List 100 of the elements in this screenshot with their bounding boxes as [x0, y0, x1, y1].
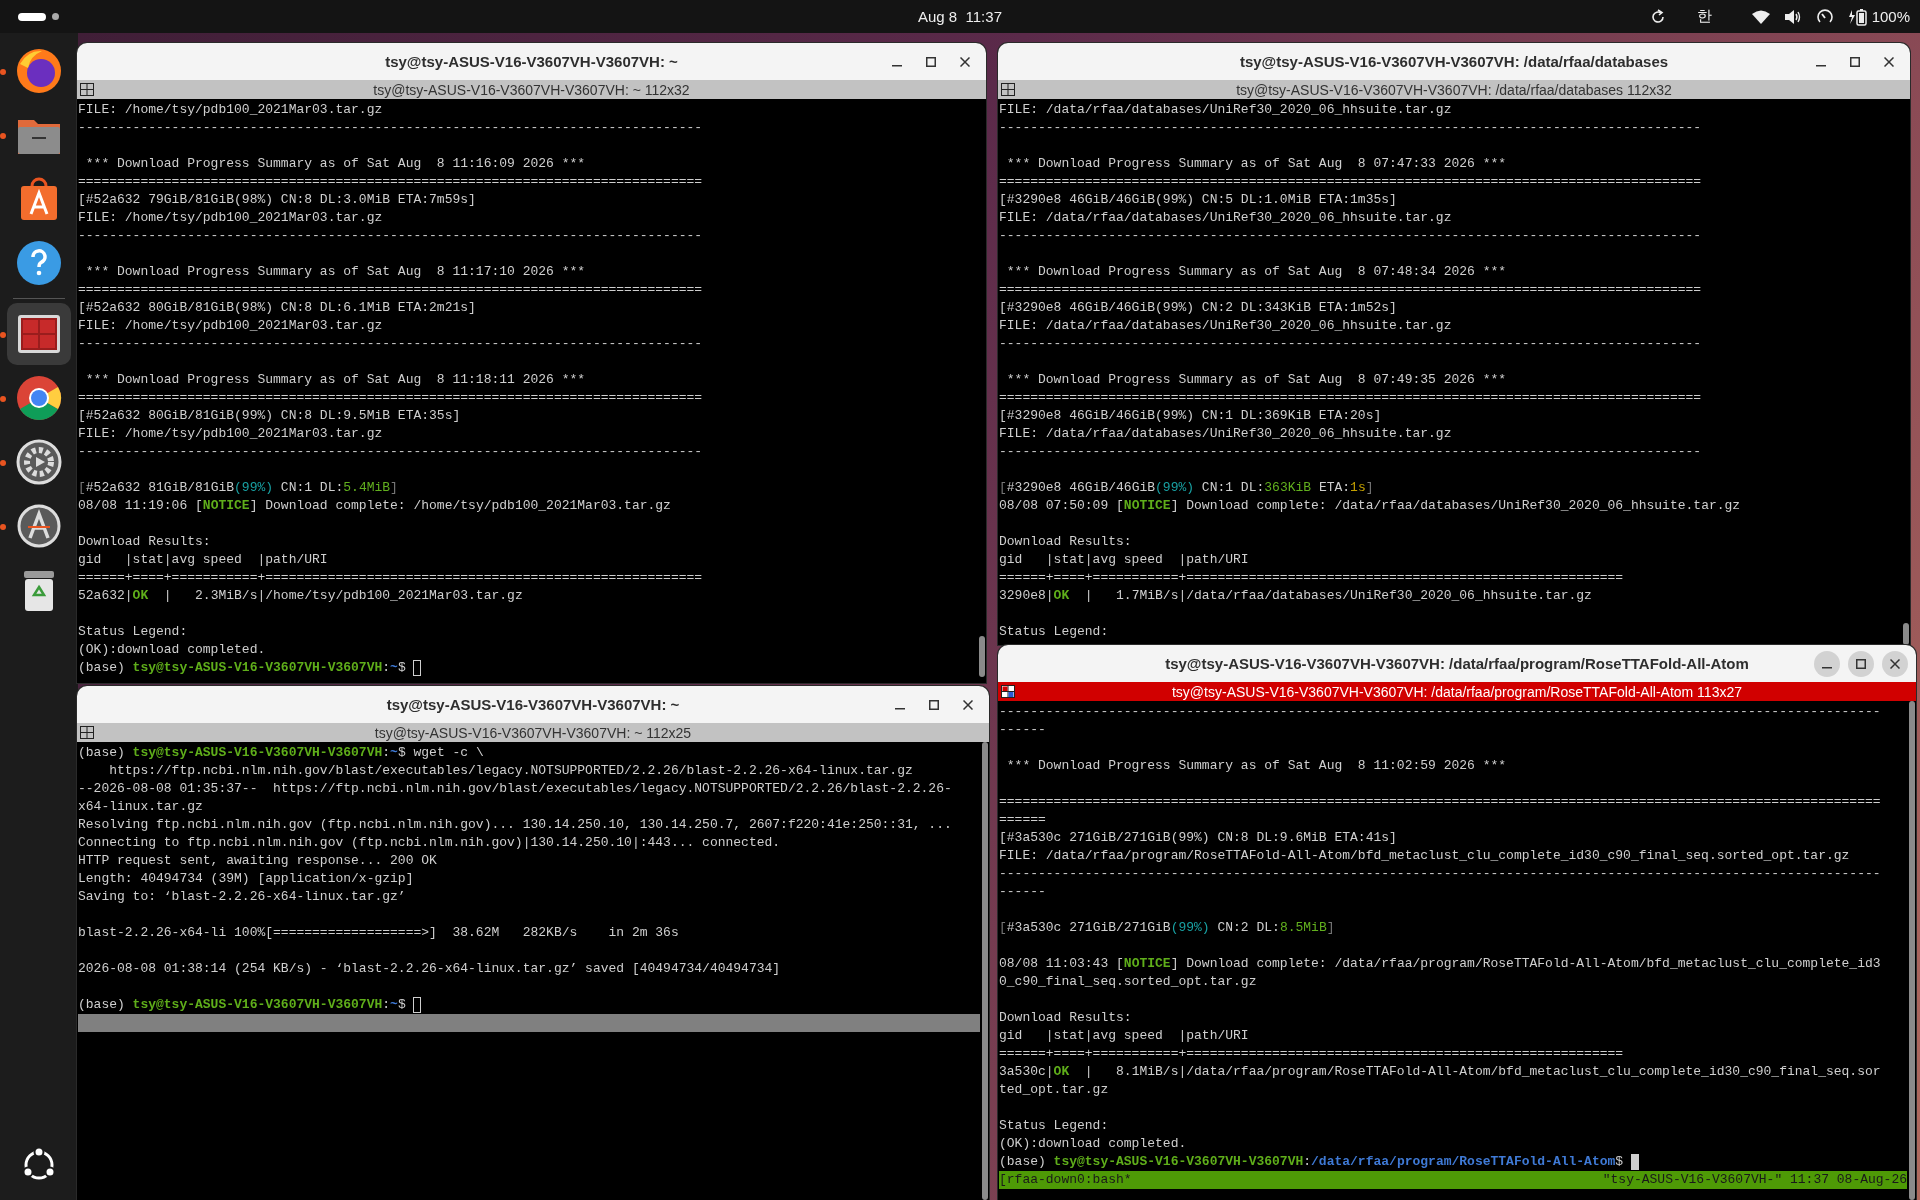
clock[interactable]: Aug 8 11:37	[912, 7, 1008, 26]
tab-title: tsy@tsy-ASUS-V16-V3607VH-V3607VH: ~ 112x32	[373, 81, 690, 98]
terminal-line: ================================================================================	[78, 281, 703, 299]
terminal-line: [#52a632 80GiB/81GiB(99%) CN:8 DL:9.5MiB ETA:35s]	[78, 407, 461, 425]
window-title: tsy@tsy-ASUS-V16-V3607VH-V3607VH: /data/rfaa/program/RoseTTAFold-All-Atom	[1165, 655, 1749, 672]
terminal-line: Status Legend:	[999, 1117, 1109, 1135]
terminal-line: [#52a632 81GiB/81GiB(99%) CN:1 DL:5.4MiB]	[78, 479, 398, 497]
settings-icon	[14, 437, 64, 487]
grid-icon[interactable]	[1001, 83, 1015, 96]
host-clock: "tsy-ASUS-V16-V3607VH-" 11:37 08-Aug-26	[1602, 1171, 1907, 1189]
terminal-line: gid |stat|avg speed |path/URI	[999, 551, 1249, 569]
tab-title: tsy@tsy-ASUS-V16-V3607VH-V3607VH: ~ 112x25	[374, 724, 692, 741]
grid-icon[interactable]	[1001, 685, 1015, 698]
terminal-line: -----------------------------------------------------------------------------------------------------------------	[999, 865, 1881, 883]
wifi-icon	[1751, 9, 1770, 24]
scrollbar-thumb[interactable]	[979, 636, 985, 678]
terminal-line: gid |stat|avg speed |path/URI	[999, 1027, 1249, 1045]
maximize-icon	[1850, 56, 1860, 67]
terminal-line: https://ftp.ncbi.nlm.nih.gov/blast/executables/legacy.NOTSUPPORTED/2.2.26/blast-2.2.26-x64-linux.tar.gz	[108, 762, 913, 780]
tab-title: tsy@tsy-ASUS-V16-V3607VH-V3607VH: /data/rfaa/program/RoseTTAFold-All-Atom 113x27	[1172, 683, 1742, 700]
terminal-line: 3290e8|OK | 1.7MiB/s|/data/rfaa/databases/UniRef30_2020_06_hhsuite.tar.gz	[999, 587, 1592, 605]
minimize-button[interactable]	[1814, 650, 1840, 677]
terminal-line: --2026-08-08 01:35:37-- https://ftp.ncbi.nlm.nih.gov/blast/executables/legacy.NOTSUPPORTED/2.2.26/blast-2.2.26-	[78, 780, 952, 798]
minimize-icon	[1822, 666, 1832, 669]
terminal-line: Length: 40494734 (39M) [application/x-gzip]	[78, 870, 414, 888]
terminal-line: (OK):download completed.	[78, 641, 266, 659]
grid-icon[interactable]	[80, 83, 94, 96]
close-button[interactable]	[1882, 650, 1908, 677]
input-method[interactable]: 한	[1696, 7, 1712, 26]
terminal-line: 2026-08-08 01:38:14 (254 KB/s) - ‘blast-2.2.26-x64-linux.tar.gz’ saved [40494734/40494734]	[78, 960, 781, 978]
color-wheel-icon	[14, 373, 64, 423]
terminal-line: 0_c90_final_seq.sorted_opt.tar.gz	[999, 973, 1257, 991]
terminal-line: ======+====+===========+========================================================	[78, 569, 703, 587]
terminal-line: -----------------------------------------------------------------------------------------------------------------	[999, 703, 1881, 721]
scrollbar-thumb[interactable]	[1903, 623, 1909, 645]
dock-button[interactable]	[7, 303, 71, 365]
terminal-line: HTTP request sent, awaiting response... 200 OK	[78, 852, 437, 870]
terminal-line: 52a632|OK | 2.3MiB/s|/home/tsy/pdb100_2021Mar03.tar.gz	[78, 587, 523, 605]
terminal-line: =================================================================================================================	[999, 793, 1881, 811]
terminal-line: ------------------------------------------------------------------------------------------	[999, 227, 1702, 245]
terminal-line: *** Download Progress Summary as of Sat Aug 8 07:48:34 2026 ***	[1005, 263, 1507, 281]
terminal-line: --------------------------------------------------------------------------------	[78, 335, 703, 353]
terminal-line: ======+====+===========+========================================================	[999, 1045, 1624, 1063]
terminal-line: *** Download Progress Summary as of Sat Aug 8 07:49:35 2026 ***	[1005, 371, 1507, 389]
close-icon	[960, 56, 970, 67]
terminal-line: (base) tsy@tsy-ASUS-V16-V3607VH-V3607VH:/data/rfaa/program/RoseTTAFold-All-Atom$	[999, 1153, 1625, 1171]
terminal-line: [#3290e8 46GiB/46GiB(99%) CN:2 DL:343KiB ETA:1m52s]	[999, 299, 1397, 317]
terminal-line: *** Download Progress Summary as of Sat Aug 8 07:47:33 2026 ***	[1005, 155, 1507, 173]
terminal-line: 08/08 11:03:43 [NOTICE] Download complete: /data/rfaa/program/RoseTTAFold-All-Atom/bfd_metaclust_clu_complete_id3	[999, 955, 1881, 973]
terminal-line: Status Legend:	[78, 623, 188, 641]
terminal-line: FILE: /home/tsy/pdb100_2021Mar03.tar.gz	[78, 317, 383, 335]
terminal-line: Connecting to ftp.ncbi.nlm.nih.gov (ftp.ncbi.nlm.nih.gov)|130.14.250.10|:443... connected.	[78, 834, 781, 852]
terminal-line: --------------------------------------------------------------------------------	[78, 119, 703, 137]
terminal-line: ==========================================================================================	[999, 389, 1702, 407]
minimize-icon	[1816, 64, 1826, 67]
battery-percent: 100%	[1871, 8, 1910, 25]
terminal-line: (base) tsy@tsy-ASUS-V16-V3607VH-V3607VH:~$	[78, 996, 407, 1014]
terminal-line: *** Download Progress Summary as of Sat Aug 8 11:16:09 2026 ***	[84, 155, 586, 173]
terminal-line: Resolving ftp.ncbi.nlm.nih.gov (ftp.ncbi.nlm.nih.gov)... 130.14.250.10, 130.14.250.7, 2607:f220:41e:250::31, ...	[78, 816, 952, 834]
terminal-line: FILE: /data/rfaa/databases/UniRef30_2020_06_hhsuite.tar.gz	[999, 317, 1452, 335]
terminal-line: FILE: /data/rfaa/databases/UniRef30_2020_06_hhsuite.tar.gz	[999, 425, 1452, 443]
grid-icon[interactable]	[80, 726, 94, 739]
terminal-line: 3a530c|OK | 8.1MiB/s|/data/rfaa/program/RoseTTAFold-All-Atom/bfd_metaclust_clu_complete_id30_c90_final_seq.sor	[999, 1063, 1881, 1081]
terminal-line: [#3290e8 46GiB/46GiB(99%) CN:5 DL:1.0MiB ETA:1m35s]	[999, 191, 1397, 209]
terminal-line: ======	[999, 811, 1046, 829]
terminal-line: --------------------------------------------------------------------------------	[78, 443, 703, 461]
terminal-line: 08/08 11:19:06 [NOTICE] Download complete: /home/tsy/pdb100_2021Mar03.tar.gz	[78, 497, 671, 515]
volume-icon	[1783, 8, 1802, 25]
close-icon	[963, 699, 973, 710]
terminal-line: ------	[999, 721, 1046, 739]
terminal-line: FILE: /home/tsy/pdb100_2021Mar03.tar.gz	[78, 209, 383, 227]
terminal-line: (base) tsy@tsy-ASUS-V16-V3607VH-V3607VH:~$	[78, 659, 407, 677]
terminal-line: ------------------------------------------------------------------------------------------	[999, 335, 1702, 353]
terminal-line: ==========================================================================================	[999, 173, 1702, 191]
terminal-line: [#3a530c 271GiB/271GiB(99%) CN:8 DL:9.6MiB ETA:41s]	[999, 829, 1397, 847]
terminal-line: *** Download Progress Summary as of Sat Aug 8 11:17:10 2026 ***	[84, 263, 586, 281]
maximize-button[interactable]	[1848, 650, 1874, 677]
maximize-icon	[1856, 658, 1866, 669]
maximize-icon	[926, 56, 936, 67]
tab-title: tsy@tsy-ASUS-V16-V3607VH-V3607VH: /data/rfaa/databases 112x32	[1236, 81, 1672, 98]
terminal-line: FILE: /home/tsy/pdb100_2021Mar03.tar.gz	[78, 101, 383, 119]
terminal-line: *** Download Progress Summary as of Sat Aug 8 11:18:11 2026 ***	[84, 371, 586, 389]
terminal-line: gid |stat|avg speed |path/URI	[78, 551, 328, 569]
session-name: [rfaa-down0:bash*	[999, 1171, 1132, 1189]
terminal-line: [#3290e8 46GiB/46GiB(99%) CN:1 DL:363KiB ETA:1s]	[999, 479, 1374, 497]
terminal-line: Download Results:	[78, 533, 211, 551]
terminal-line: ted_opt.tar.gz	[999, 1081, 1109, 1099]
terminal-line: ------------------------------------------------------------------------------------------	[999, 443, 1702, 461]
terminal-line: FILE: /home/tsy/pdb100_2021Mar03.tar.gz	[78, 425, 383, 443]
help-icon	[14, 238, 64, 288]
globe-icon	[14, 46, 64, 96]
terminal-line: FILE: /data/rfaa/databases/UniRef30_2020_06_hhsuite.tar.gz	[999, 209, 1452, 227]
terminal-line: Status Legend:	[999, 623, 1109, 641]
minimize-icon	[892, 64, 902, 67]
close-icon	[1884, 56, 1894, 67]
maximize-icon	[929, 699, 939, 710]
window-title: tsy@tsy-ASUS-V16-V3607VH-V3607VH: ~	[385, 53, 678, 70]
close-icon	[1890, 658, 1900, 669]
terminal-line: 08/08 07:50:09 [NOTICE] Download complete: /data/rfaa/databases/UniRef30_2020_06_hhsuite.tar.gz	[999, 497, 1741, 515]
terminal-line: [#52a632 80GiB/81GiB(98%) CN:8 DL:6.1MiB ETA:2m21s]	[78, 299, 476, 317]
